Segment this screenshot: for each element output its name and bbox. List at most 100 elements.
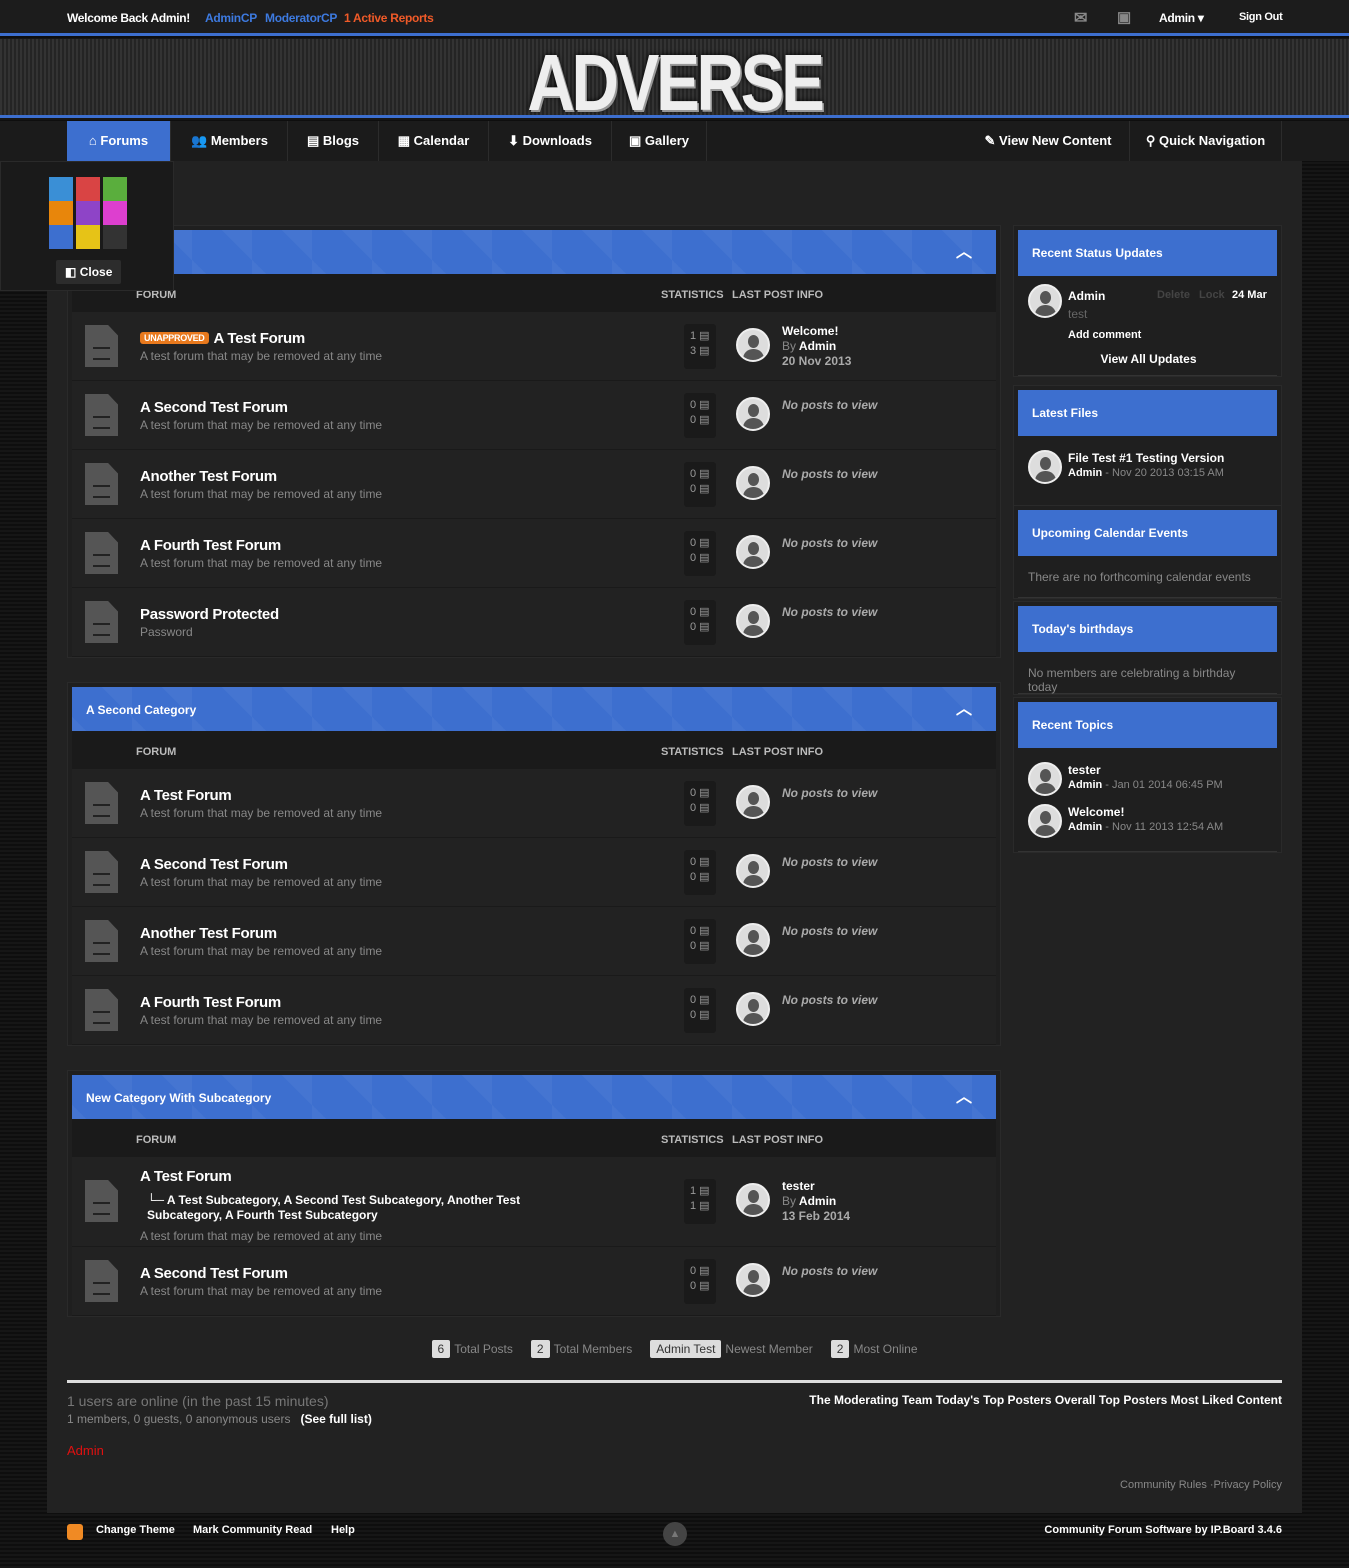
subforum-link[interactable]: A Second Test Subcategory [284,1193,441,1207]
category-header[interactable]: New Category With Subcategory ︿ [72,1075,996,1121]
recent-topics-header[interactable]: Recent Topics [1018,702,1277,748]
avatar[interactable] [736,1183,770,1217]
online-user-link[interactable]: Admin [67,1443,104,1458]
forum-name[interactable]: A Second Test Forum [140,1265,288,1282]
forum-title-link[interactable]: A Second Test Forum [140,856,288,873]
author-link[interactable]: Admin [799,339,836,353]
color-swatch[interactable] [49,225,73,249]
lock-link[interactable]: Lock [1199,289,1225,301]
file-name-link[interactable]: File Test #1 Testing Version [1068,451,1224,465]
birthdays-header[interactable]: Today's birthdays [1018,606,1277,652]
subforum-link[interactable]: A Fourth Test Subcategory [225,1208,378,1222]
leader-links[interactable]: The Moderating Team Today's Top Posters … [809,1393,1282,1407]
avatar[interactable] [736,328,770,362]
color-swatch[interactable] [76,225,100,249]
nav-gallery[interactable]: ▣ Gallery [612,121,707,161]
topic-author-link[interactable]: Admin [1068,779,1102,791]
contact-card-icon[interactable]: ▣ [1117,8,1131,26]
author-link[interactable]: Admin [799,1194,836,1208]
forum-name[interactable]: A Fourth Test Forum [140,537,281,554]
envelope-icon[interactable]: ✉ [1074,8,1087,28]
topic-author-link[interactable]: Admin [1068,821,1102,833]
user-menu[interactable]: Admin ▾ [1159,11,1204,25]
avatar[interactable] [736,604,770,638]
forum-title-link[interactable]: A Test Forum [140,1168,232,1185]
delete-link[interactable]: Delete [1157,289,1190,301]
add-comment-link[interactable]: Add comment [1068,329,1141,341]
file-author-link[interactable]: Admin [1068,467,1102,479]
collapse-chevron-icon[interactable]: ︿ [956,230,972,276]
back-to-top-icon[interactable]: ▲ [663,1522,687,1546]
color-swatch[interactable] [49,201,73,225]
nav-blogs[interactable]: ▤ Blogs [288,121,379,161]
nav-view-new-content[interactable]: ✎ View New Content [967,121,1130,161]
forum-title-link[interactable]: Another Test Forum [140,468,277,485]
color-swatch[interactable] [76,177,100,201]
mark-read-link[interactable]: Mark Community Read [193,1524,312,1536]
color-swatch[interactable] [103,225,127,249]
help-link[interactable]: Help [331,1524,355,1536]
rules-links[interactable]: Community Rules ·Privacy Policy [1120,1479,1282,1491]
forum-name[interactable]: A Second Test Forum [140,856,288,873]
color-swatch[interactable] [103,201,127,225]
avatar[interactable] [736,466,770,500]
forum-name[interactable]: Another Test Forum [140,468,277,485]
forum-title-link[interactable]: A Fourth Test Forum [140,537,281,554]
status-author[interactable]: Admin [1068,289,1105,303]
avatar[interactable] [736,535,770,569]
modcp-link[interactable]: ModeratorCP [265,11,337,25]
forum-title-link[interactable]: A Fourth Test Forum [140,994,281,1011]
nav-quick-navigation[interactable]: ⚲ Quick Navigation [1130,121,1282,161]
subforum-link[interactable]: A Test Subcategory [167,1193,277,1207]
sign-out-link[interactable]: Sign Out [1239,11,1283,23]
change-theme-link[interactable]: Change Theme [96,1524,175,1536]
logo[interactable]: ADVERSE [121,37,1227,129]
forum-title-link[interactable]: A Test Forum [214,330,306,347]
latest-files-header[interactable]: Latest Files [1018,390,1277,436]
avatar[interactable] [1028,804,1062,838]
avatar[interactable] [736,854,770,888]
nav-downloads[interactable]: ⬇ Downloads [489,121,612,161]
view-all-updates-link[interactable]: View All Updates [1018,352,1279,366]
status-updates-header[interactable]: Recent Status Updates [1018,230,1277,276]
color-swatch[interactable] [49,177,73,201]
forum-title-link[interactable]: Password Protected [140,606,279,623]
avatar[interactable] [736,785,770,819]
last-post-title[interactable]: tester [782,1179,850,1194]
forum-title-link[interactable]: A Second Test Forum [140,1265,288,1282]
category-title[interactable]: A Second Category [86,703,196,717]
palette-close-button[interactable]: ◧ Close [56,260,122,284]
last-post-title[interactable]: Welcome! [782,324,851,339]
reports-link[interactable]: 1 Active Reports [344,11,434,25]
avatar[interactable] [1028,284,1062,318]
avatar[interactable] [736,397,770,431]
collapse-chevron-icon[interactable]: ︿ [956,687,972,733]
color-swatch[interactable] [103,177,127,201]
forum-name[interactable]: A Fourth Test Forum [140,994,281,1011]
nav-calendar[interactable]: ▦ Calendar [379,121,489,161]
topic-name-link[interactable]: Welcome! [1068,805,1124,819]
rss-icon[interactable] [67,1524,83,1540]
forum-name[interactable]: A Test Forum [140,1168,232,1185]
avatar[interactable] [1028,450,1062,484]
avatar[interactable] [1028,762,1062,796]
forum-title-link[interactable]: A Test Forum [140,787,232,804]
avatar[interactable] [736,992,770,1026]
forum-name[interactable]: UNAPPROVED A Test Forum [140,330,305,347]
topic-name-link[interactable]: tester [1068,763,1101,777]
avatar[interactable] [736,1263,770,1297]
see-full-list-link[interactable]: (See full list) [300,1412,371,1426]
calendar-events-header[interactable]: Upcoming Calendar Events [1018,510,1277,556]
nav-forums[interactable]: ⌂ Forums [67,121,171,161]
color-swatch[interactable] [76,201,100,225]
collapse-chevron-icon[interactable]: ︿ [956,1075,972,1121]
forum-title-link[interactable]: Another Test Forum [140,925,277,942]
forum-name[interactable]: Another Test Forum [140,925,277,942]
category-title[interactable]: New Category With Subcategory [86,1091,271,1105]
forum-name[interactable]: A Test Forum [140,787,232,804]
category-header[interactable]: ︿ [72,230,996,276]
forum-name[interactable]: A Second Test Forum [140,399,288,416]
nav-members[interactable]: 👥 Members [172,121,288,161]
forum-title-link[interactable]: A Second Test Forum [140,399,288,416]
admincp-link[interactable]: AdminCP [205,11,257,25]
